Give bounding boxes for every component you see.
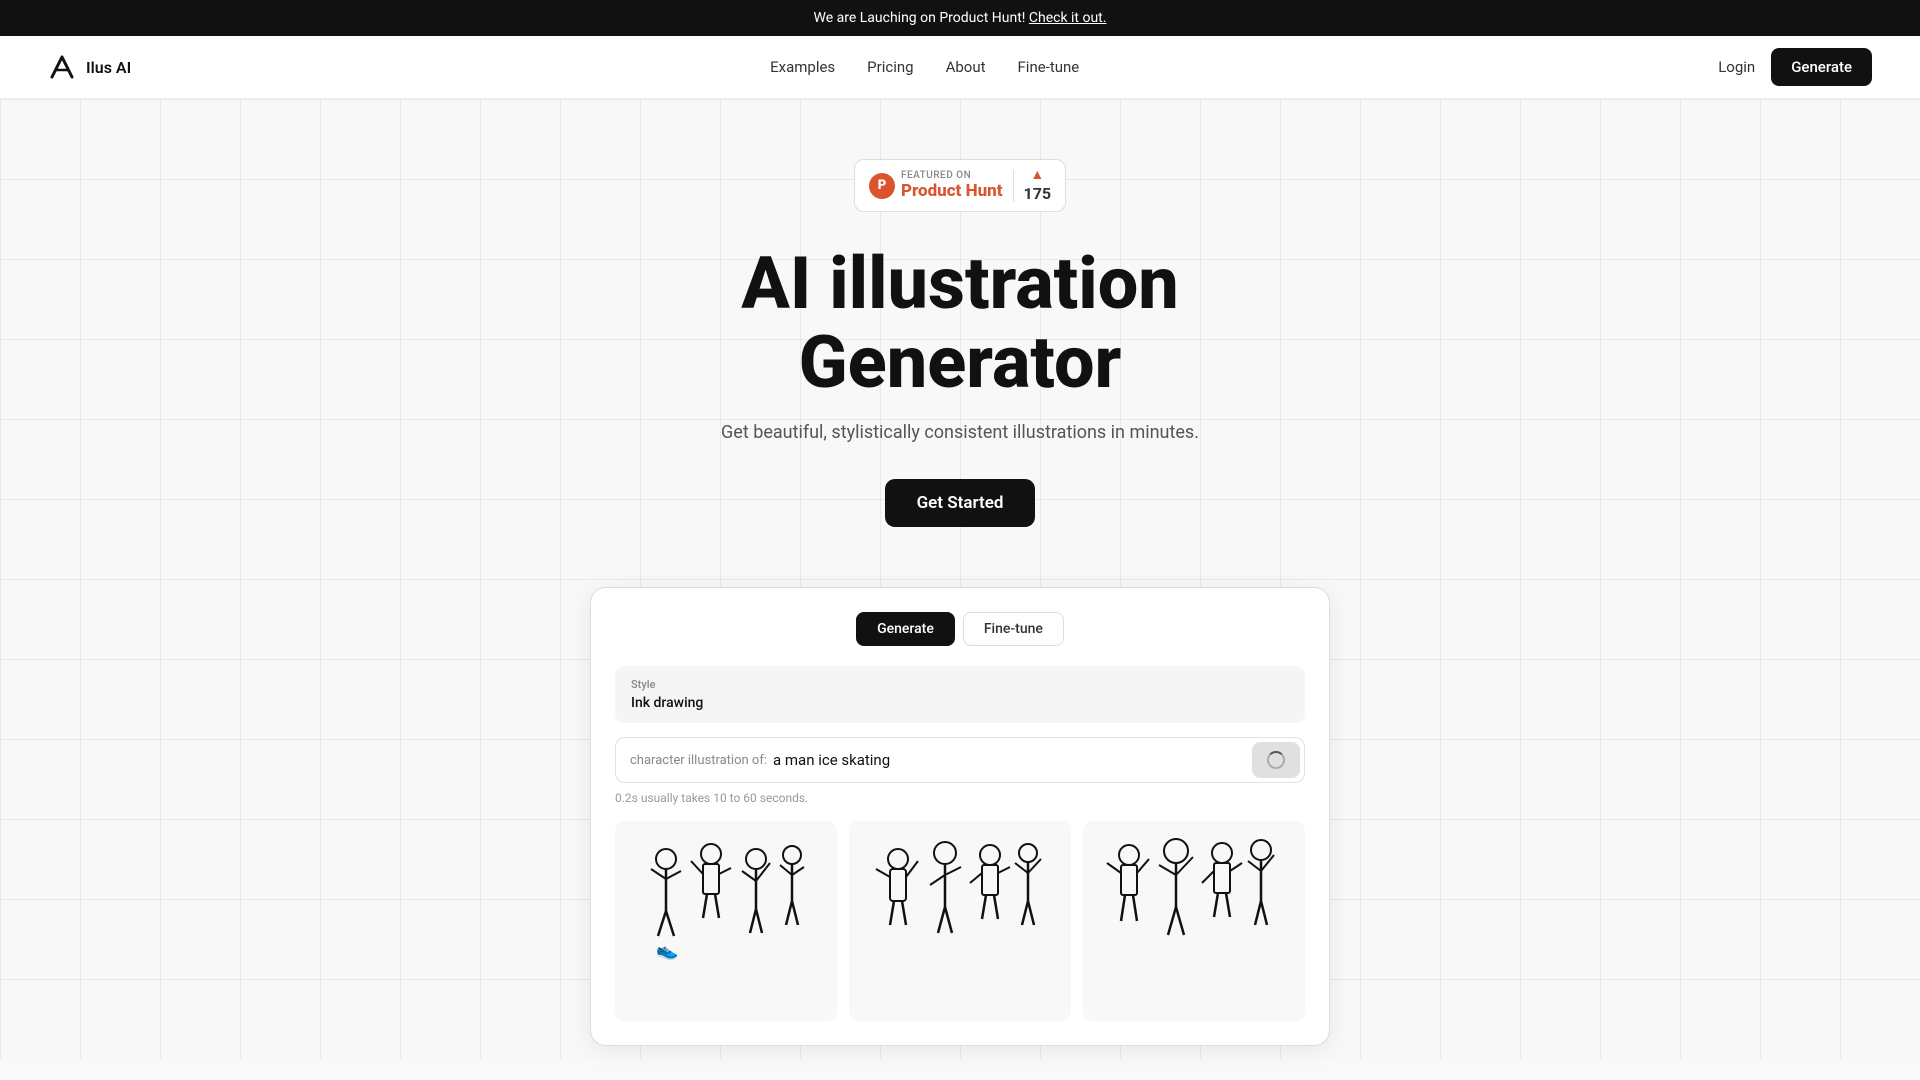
prompt-prefix: character illustration of:	[630, 753, 767, 768]
style-selector[interactable]: Style Ink drawing	[615, 666, 1305, 723]
get-started-button[interactable]: Get Started	[885, 479, 1036, 527]
hero-title-line2: Generator	[799, 320, 1122, 405]
spinner-icon	[1267, 751, 1285, 769]
illustration-panel-3	[1083, 821, 1305, 1021]
nav-about[interactable]: About	[946, 58, 986, 76]
logo-group: Ilus AI	[48, 53, 131, 81]
announcement-bar: We are Lauching on Product Hunt! Check i…	[0, 0, 1920, 36]
ph-arrow-icon: ▲	[1030, 168, 1044, 182]
tab-generate[interactable]: Generate	[856, 612, 955, 646]
ph-circle-icon: P	[869, 173, 895, 199]
tab-finetune[interactable]: Fine-tune	[963, 612, 1064, 646]
nav-pricing[interactable]: Pricing	[867, 58, 913, 76]
nav-links: Examples Pricing About Fine-tune	[770, 58, 1079, 76]
timing-text: 0.2s usually takes 10 to 60 seconds.	[615, 791, 1305, 805]
nav-examples[interactable]: Examples	[770, 58, 835, 76]
ph-logo: P FEATURED ON Product Hunt	[869, 170, 1003, 201]
prompt-row: character illustration of: a man ice ska…	[615, 737, 1305, 783]
ph-votes: ▲ 175	[1024, 168, 1052, 203]
illustrations-grid: 👟	[615, 821, 1305, 1021]
prompt-generate-button[interactable]	[1252, 742, 1300, 778]
illustration-svg-1: 👟	[636, 821, 816, 1021]
hero-title: AI illustration Generator	[741, 244, 1179, 402]
preview-tabs: Generate Fine-tune	[615, 612, 1305, 646]
hero-subtitle: Get beautiful, stylistically consistent …	[721, 422, 1199, 443]
illustration-panel-1: 👟	[615, 821, 837, 1021]
ph-vote-count: 175	[1024, 184, 1052, 203]
navbar: Ilus AI Examples Pricing About Fine-tune…	[0, 36, 1920, 99]
style-label: Style	[631, 678, 1289, 691]
app-preview-card: Generate Fine-tune Style Ink drawing cha…	[590, 587, 1330, 1046]
illustration-svg-3	[1104, 821, 1284, 1021]
ph-brand-name: Product Hunt	[901, 181, 1003, 201]
hero-title-line1: AI illustration	[741, 241, 1179, 326]
login-button[interactable]: Login	[1718, 58, 1755, 76]
announcement-text: We are Lauching on Product Hunt!	[814, 10, 1026, 26]
prompt-text[interactable]: a man ice skating	[773, 751, 1252, 769]
illustration-svg-2	[870, 821, 1050, 1021]
svg-text:👟: 👟	[656, 940, 678, 961]
logo-icon	[48, 53, 76, 81]
product-hunt-badge[interactable]: P FEATURED ON Product Hunt ▲ 175	[854, 159, 1066, 212]
style-value: Ink drawing	[631, 695, 1289, 711]
logo-text: Ilus AI	[86, 58, 131, 77]
illustration-panel-2	[849, 821, 1071, 1021]
ph-divider	[1013, 170, 1014, 202]
generate-button[interactable]: Generate	[1771, 48, 1872, 86]
navbar-actions: Login Generate	[1718, 48, 1872, 86]
nav-finetune[interactable]: Fine-tune	[1018, 58, 1080, 76]
main-content: P FEATURED ON Product Hunt ▲ 175 AI illu…	[0, 99, 1920, 1059]
ph-featured-text: FEATURED ON	[901, 170, 1003, 181]
ph-text-group: FEATURED ON Product Hunt	[901, 170, 1003, 201]
announcement-link[interactable]: Check it out.	[1029, 10, 1107, 26]
